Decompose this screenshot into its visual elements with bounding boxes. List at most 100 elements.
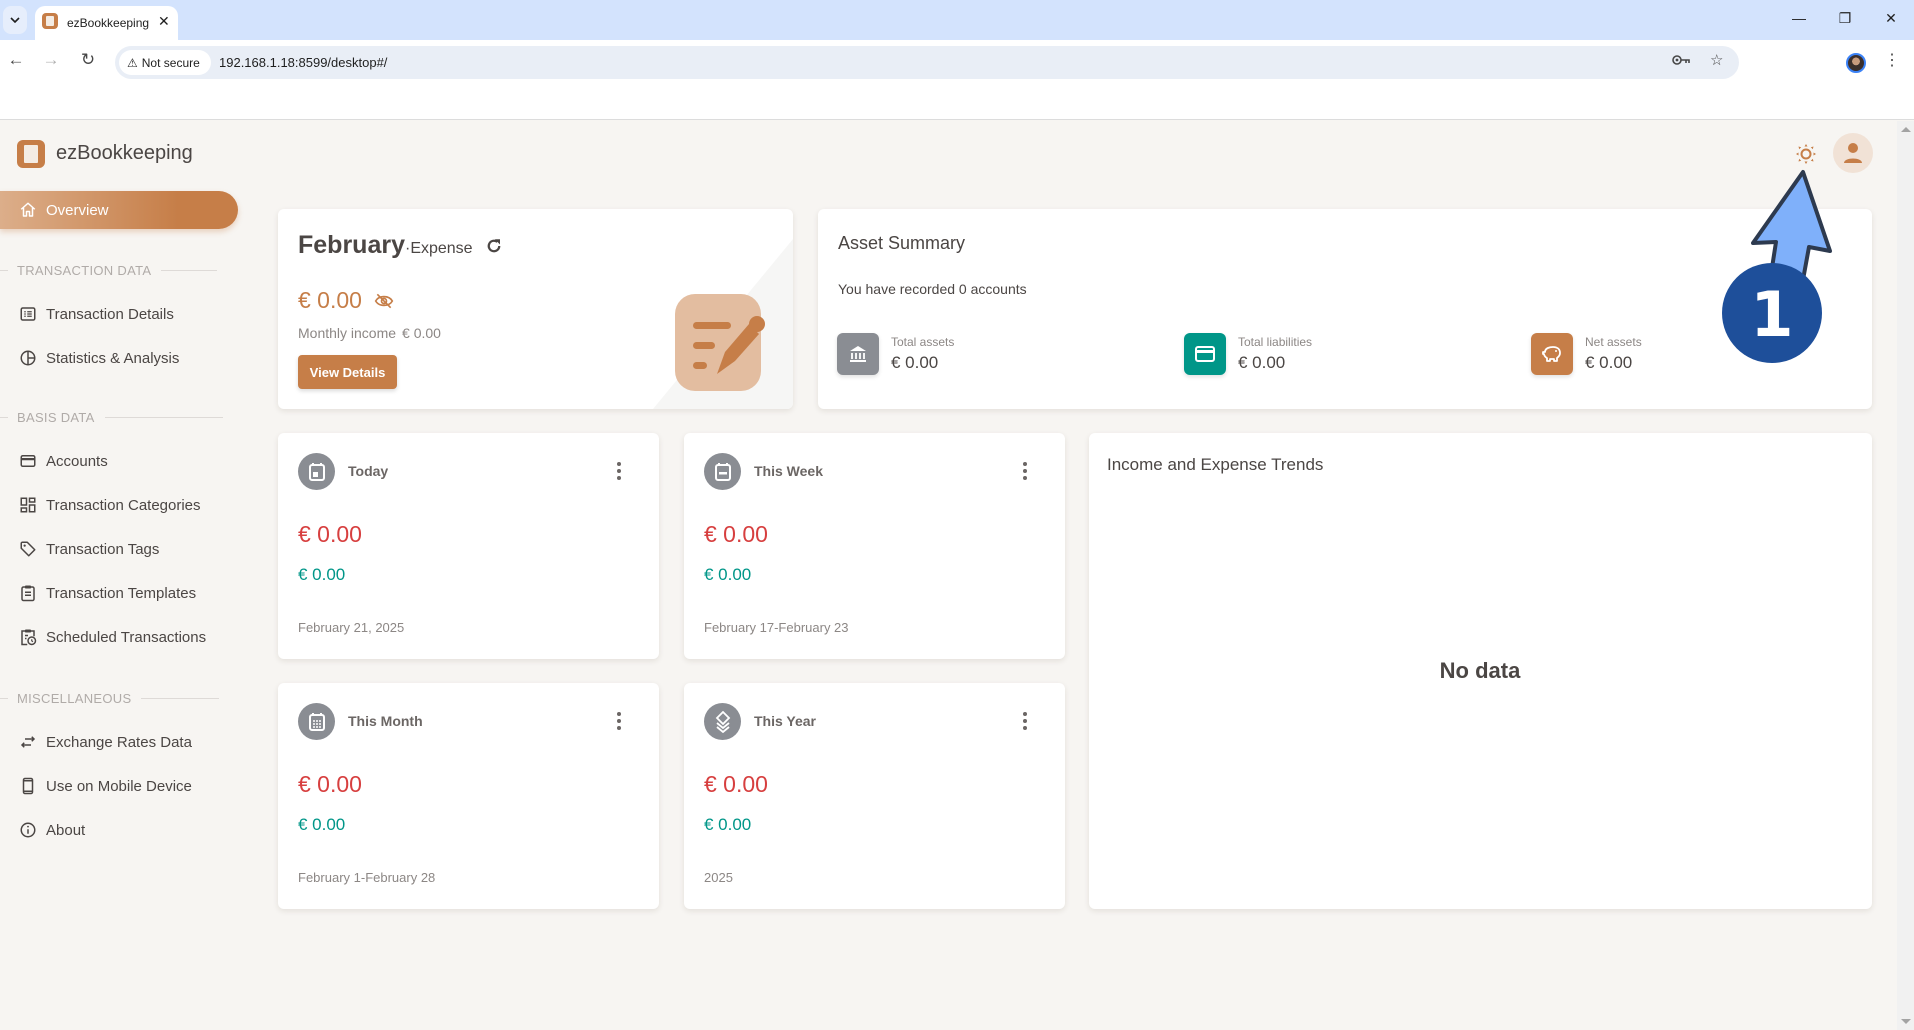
- calendar-week-icon: [704, 453, 741, 490]
- asset-summary-title: Asset Summary: [838, 233, 966, 253]
- tag-icon: [20, 541, 36, 557]
- browser-menu-icon[interactable]: ⋮: [1884, 50, 1900, 70]
- page-top-strip: [0, 80, 1914, 120]
- bookmark-star-icon[interactable]: ☆: [1710, 51, 1723, 69]
- credit-card-icon: [1184, 333, 1226, 375]
- sidebar-item-about[interactable]: About: [0, 812, 238, 848]
- minimize-icon[interactable]: —: [1776, 10, 1822, 26]
- sidebar-item-transaction-templates[interactable]: Transaction Templates: [0, 575, 238, 611]
- total-assets-value: € 0.00: [891, 353, 939, 372]
- page-scrollbar[interactable]: [1897, 121, 1914, 1030]
- sidebar-item-overview[interactable]: Overview: [0, 191, 238, 229]
- sidebar-item-label: Overview: [46, 202, 109, 219]
- app-root: ezBookkeeping Overview TRANSACTION DATA …: [0, 121, 1897, 1030]
- more-options-icon[interactable]: [612, 461, 626, 481]
- month-name: February: [298, 231, 405, 259]
- mobile-icon: [22, 777, 34, 795]
- scroll-down-arrow-icon[interactable]: [1901, 1019, 1911, 1024]
- sidebar-item-mobile-device[interactable]: Use on Mobile Device: [0, 768, 238, 804]
- swap-icon: [20, 736, 36, 748]
- net-assets-value: € 0.00: [1585, 353, 1633, 372]
- section-label-transaction-data: TRANSACTION DATA: [0, 263, 218, 278]
- close-window-icon[interactable]: ✕: [1868, 10, 1914, 27]
- browser-tab[interactable]: ezBookkeeping ✕: [35, 6, 178, 40]
- total-assets-label: Total assets: [891, 335, 955, 349]
- no-data-label: No data: [1440, 658, 1521, 683]
- tab-close-icon[interactable]: ✕: [158, 13, 170, 30]
- sidebar-item-statistics[interactable]: Statistics & Analysis: [0, 340, 238, 376]
- sidebar-item-scheduled-transactions[interactable]: Scheduled Transactions: [0, 619, 238, 655]
- total-liabilities-label: Total liabilities: [1238, 335, 1313, 349]
- sidebar-item-label: About: [46, 822, 86, 839]
- section-label-basis-data: BASIS DATA: [0, 410, 223, 425]
- address-bar[interactable]: ⚠ Not secure 192.168.1.18:8599/desktop#/…: [115, 46, 1739, 79]
- home-icon: [20, 202, 36, 217]
- period-date: February 21, 2025: [298, 620, 405, 635]
- net-assets-label: Net assets: [1585, 335, 1642, 349]
- sidebar-item-label: Transaction Categories: [46, 497, 201, 514]
- period-title: This Week: [754, 463, 823, 479]
- monthly-expense-card: February ·Expense € 0.00 Monthly income €…: [278, 209, 793, 409]
- tab-search-button[interactable]: [3, 6, 27, 34]
- theme-toggle-button[interactable]: [1794, 142, 1818, 166]
- tab-title: ezBookkeeping: [67, 16, 150, 30]
- asset-summary-subtitle: You have recorded 0 accounts: [838, 281, 1027, 297]
- this-month-card: This Month € 0.00 € 0.00 February 1-Febr…: [278, 683, 659, 909]
- browser-profile-avatar[interactable]: [1846, 53, 1866, 73]
- info-icon: [20, 822, 36, 838]
- forward-icon[interactable]: →: [41, 50, 61, 70]
- period-income: € 0.00: [704, 565, 752, 584]
- credit-card-icon: [20, 455, 36, 467]
- more-options-icon[interactable]: [612, 711, 626, 731]
- total-liabilities-value: € 0.00: [1238, 353, 1286, 372]
- period-income: € 0.00: [704, 815, 752, 834]
- security-label: Not secure: [141, 55, 200, 70]
- period-expense: € 0.00: [704, 521, 768, 547]
- clipboard-icon: [21, 585, 35, 602]
- this-year-card: This Year € 0.00 € 0.00 2025: [684, 683, 1065, 909]
- period-title: This Year: [754, 713, 817, 729]
- url-text[interactable]: 192.168.1.18:8599/desktop#/: [219, 55, 387, 70]
- sidebar-item-label: Scheduled Transactions: [46, 629, 207, 646]
- sidebar-item-transaction-tags[interactable]: Transaction Tags: [0, 531, 238, 567]
- more-options-icon[interactable]: [1018, 711, 1032, 731]
- sidebar-item-label: Statistics & Analysis: [46, 350, 180, 367]
- section-label-miscellaneous: MISCELLANEOUS: [0, 691, 220, 706]
- list-icon: [20, 307, 36, 321]
- period-title: This Month: [348, 713, 423, 729]
- sidebar-item-label: Transaction Templates: [46, 585, 197, 602]
- month-type: ·Expense: [404, 240, 473, 257]
- calendar-today-icon: [298, 453, 335, 490]
- period-date: February 1-February 28: [298, 870, 436, 885]
- back-icon[interactable]: ←: [6, 50, 26, 70]
- more-options-icon[interactable]: [1018, 461, 1032, 481]
- monthly-income: Monthly income € 0.00: [298, 325, 441, 341]
- calendar-month-icon: [298, 703, 335, 740]
- this-week-card: This Week € 0.00 € 0.00 February 17-Febr…: [684, 433, 1065, 659]
- sidebar-item-transaction-categories[interactable]: Transaction Categories: [0, 487, 238, 523]
- restore-icon[interactable]: ❐: [1822, 10, 1868, 27]
- eye-off-icon[interactable]: [374, 291, 394, 311]
- sidebar-item-exchange-rates[interactable]: Exchange Rates Data: [0, 724, 238, 760]
- layers-icon: [704, 703, 741, 740]
- pie-chart-icon: [20, 350, 36, 366]
- app-logo-icon: [17, 140, 45, 168]
- monthly-card-title: February ·Expense: [298, 231, 503, 260]
- user-avatar-button[interactable]: [1833, 133, 1873, 173]
- sun-icon: [1796, 144, 1816, 164]
- security-chip[interactable]: ⚠ Not secure: [119, 50, 211, 75]
- sidebar-item-accounts[interactable]: Accounts: [0, 443, 238, 479]
- password-key-icon[interactable]: [1672, 53, 1690, 70]
- sidebar-item-label: Transaction Tags: [46, 541, 160, 558]
- user-icon: [1844, 143, 1862, 163]
- today-card: Today € 0.00 € 0.00 February 21, 2025: [278, 433, 659, 659]
- period-expense: € 0.00: [704, 771, 768, 797]
- piggy-bank-icon: [1531, 333, 1573, 375]
- refresh-icon[interactable]: [485, 237, 503, 255]
- view-details-button[interactable]: View Details: [298, 355, 397, 389]
- scroll-up-arrow-icon[interactable]: [1901, 127, 1911, 132]
- reload-icon[interactable]: ↻: [78, 50, 98, 70]
- trend-chart: No data MarAprMayJunJulAugSepOctNovDecJa…: [1440, 658, 1521, 683]
- sidebar-item-transaction-details[interactable]: Transaction Details: [0, 296, 238, 332]
- browser-tab-bar: ezBookkeeping ✕ — ❐ ✕: [0, 0, 1914, 40]
